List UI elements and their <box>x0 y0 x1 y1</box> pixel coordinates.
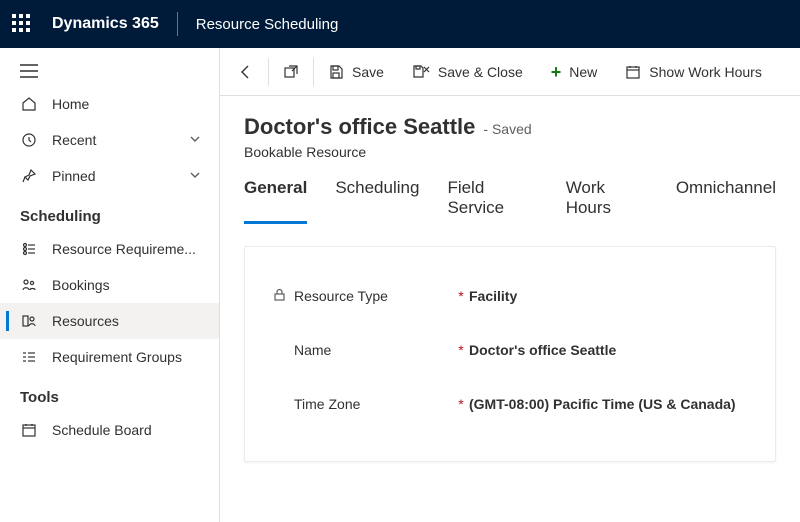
field-time-zone[interactable]: Time Zone * (GMT-08:00) Pacific Time (US… <box>273 377 747 431</box>
nav-label: Schedule Board <box>52 422 201 438</box>
work-hours-label: Show Work Hours <box>649 64 762 80</box>
field-value: Facility <box>469 288 747 304</box>
tab-scheduling[interactable]: Scheduling <box>335 178 419 224</box>
save-button[interactable]: Save <box>314 48 398 95</box>
resource-icon <box>20 312 38 330</box>
save-label: Save <box>352 64 384 80</box>
lock-icon <box>273 288 286 304</box>
field-name[interactable]: Name * Doctor's office Seattle <box>273 323 747 377</box>
page-header: Doctor's office Seattle - Saved Bookable… <box>220 96 800 160</box>
new-button[interactable]: + New <box>537 48 612 95</box>
nav-pinned[interactable]: Pinned <box>0 158 219 194</box>
app-launcher-icon[interactable] <box>12 14 32 34</box>
tab-work-hours[interactable]: Work Hours <box>566 178 648 224</box>
required-star: * <box>453 396 469 412</box>
clock-icon <box>20 131 38 149</box>
nav-label: Pinned <box>52 168 189 184</box>
pin-icon <box>20 167 38 185</box>
chevron-down-icon <box>189 132 201 148</box>
new-label: New <box>569 64 597 80</box>
module-label: Resource Scheduling <box>196 16 339 33</box>
main-area: Save Save & Close + New Show Work Hours … <box>220 48 800 522</box>
nav-resource-requirements[interactable]: Resource Requireme... <box>0 231 219 267</box>
field-label: Time Zone <box>294 396 360 412</box>
command-bar: Save Save & Close + New Show Work Hours <box>220 48 800 96</box>
field-label: Name <box>294 342 331 358</box>
save-close-button[interactable]: Save & Close <box>398 48 537 95</box>
chevron-down-icon <box>189 168 201 184</box>
group-icon <box>20 348 38 366</box>
save-status: - Saved <box>483 121 531 137</box>
calendar-icon <box>20 421 38 439</box>
brand-label: Dynamics 365 <box>52 15 159 33</box>
nav-bookings[interactable]: Bookings <box>0 267 219 303</box>
nav-schedule-board[interactable]: Schedule Board <box>0 412 219 448</box>
nav-label: Requirement Groups <box>52 349 201 365</box>
nav-label: Resource Requireme... <box>52 241 201 257</box>
field-resource-type[interactable]: Resource Type * Facility <box>273 269 747 323</box>
save-close-label: Save & Close <box>438 64 523 80</box>
field-value: (GMT-08:00) Pacific Time (US & Canada) <box>469 396 747 412</box>
nav-resources[interactable]: Resources <box>0 303 219 339</box>
calendar-icon <box>625 64 641 80</box>
nav-label: Home <box>52 96 201 112</box>
nav-requirement-groups[interactable]: Requirement Groups <box>0 339 219 375</box>
list-icon <box>20 240 38 258</box>
home-icon <box>20 95 38 113</box>
required-star: * <box>453 288 469 304</box>
tab-field-service[interactable]: Field Service <box>447 178 537 224</box>
nav-home[interactable]: Home <box>0 86 219 122</box>
field-label: Resource Type <box>294 288 388 304</box>
form-section: Resource Type * Facility Name * Doctor's… <box>244 246 776 462</box>
tab-general[interactable]: General <box>244 178 307 224</box>
tab-strip: General Scheduling Field Service Work Ho… <box>220 160 800 224</box>
field-value: Doctor's office Seattle <box>469 342 747 358</box>
people-icon <box>20 276 38 294</box>
nav-label: Recent <box>52 132 189 148</box>
required-star: * <box>453 342 469 358</box>
save-icon <box>328 64 344 80</box>
save-close-icon <box>412 64 430 80</box>
section-tools: Tools <box>0 375 219 412</box>
nav-recent[interactable]: Recent <box>0 122 219 158</box>
nav-label: Bookings <box>52 277 201 293</box>
back-button[interactable] <box>224 48 268 95</box>
nav-label: Resources <box>52 313 201 329</box>
divider <box>177 12 178 36</box>
top-bar: Dynamics 365 Resource Scheduling <box>0 0 800 48</box>
show-work-hours-button[interactable]: Show Work Hours <box>611 48 776 95</box>
plus-icon: + <box>551 63 562 81</box>
section-scheduling: Scheduling <box>0 194 219 231</box>
tab-omnichannel[interactable]: Omnichannel <box>676 178 776 224</box>
entity-type: Bookable Resource <box>244 144 776 160</box>
sidebar: Home Recent Pinned Scheduling Re <box>0 48 220 522</box>
open-new-window-button[interactable] <box>269 48 313 95</box>
hamburger-button[interactable] <box>0 54 219 86</box>
page-title: Doctor's office Seattle <box>244 114 475 140</box>
